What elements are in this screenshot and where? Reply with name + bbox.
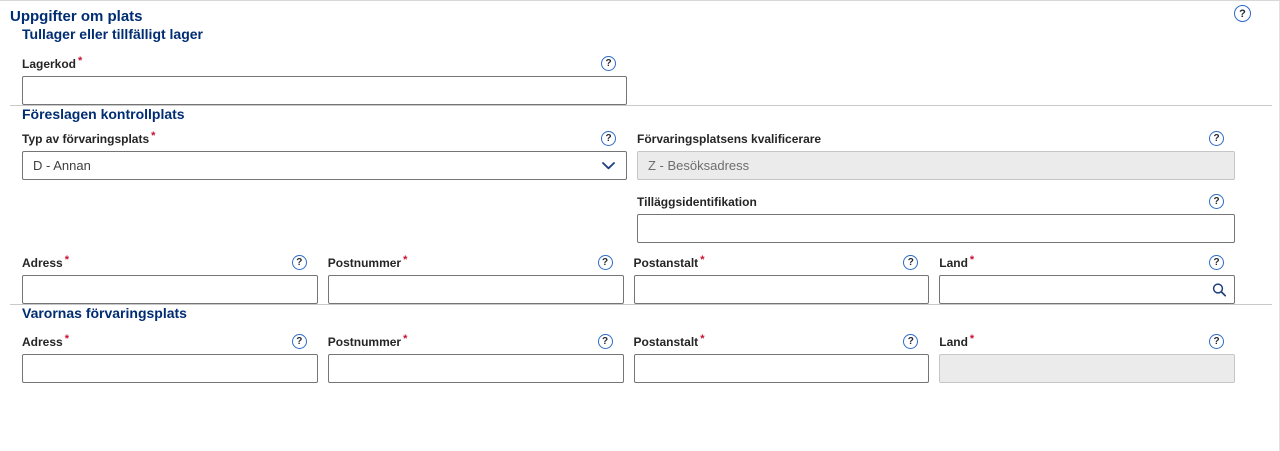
- kontrollplats-postnummer-field: Postnummer* ?: [328, 254, 624, 304]
- postnummer-help-icon[interactable]: ?: [598, 255, 613, 270]
- tillaggsidentifikation-label: Tilläggsidentifikation: [637, 195, 757, 209]
- required-asterisk: *: [700, 254, 704, 266]
- kontrollplats-postanstalt-field: Postanstalt* ?: [634, 254, 930, 304]
- postanstalt-label: Postanstalt*: [634, 335, 705, 349]
- kontrollplats-adress-input[interactable]: [22, 275, 318, 304]
- postnummer-label: Postnummer*: [328, 335, 408, 349]
- land-label: Land*: [939, 335, 974, 349]
- kvalificerare-help-icon[interactable]: ?: [1209, 131, 1224, 146]
- adress-help-icon[interactable]: ?: [292, 255, 307, 270]
- kontrollplats-land-input[interactable]: [939, 275, 1235, 304]
- select-value: D - Annan: [33, 158, 91, 173]
- adress-label: Adress*: [22, 256, 69, 270]
- land-help-icon[interactable]: ?: [1209, 255, 1224, 270]
- chevron-down-icon: [602, 162, 615, 170]
- required-asterisk: *: [403, 254, 407, 266]
- section-varornas-heading: Varornas förvaringsplats: [22, 305, 1235, 322]
- adress-help-icon[interactable]: ?: [292, 334, 307, 349]
- varornas-postnummer-input[interactable]: [328, 354, 624, 383]
- varornas-postnummer-field: Postnummer* ?: [328, 333, 624, 383]
- varornas-postanstalt-field: Postanstalt* ?: [634, 333, 930, 383]
- varornas-land-input: [939, 354, 1235, 383]
- tillaggsidentifikation-field: Tilläggsidentifikation ?: [637, 193, 1235, 243]
- page-help-icon[interactable]: ?: [1234, 5, 1251, 22]
- land-help-icon[interactable]: ?: [1209, 334, 1224, 349]
- postnummer-help-icon[interactable]: ?: [598, 334, 613, 349]
- page-title: Uppgifter om plats: [10, 8, 1280, 26]
- required-asterisk: *: [78, 55, 82, 67]
- adress-label: Adress*: [22, 335, 69, 349]
- section-varornas: Varornas förvaringsplats Adress* ? Postn…: [22, 305, 1235, 383]
- kontrollplats-postnummer-input[interactable]: [328, 275, 624, 304]
- section-kontrollplats: Föreslagen kontrollplats Typ av förvarin…: [22, 106, 1235, 304]
- required-asterisk: *: [403, 333, 407, 345]
- kontrollplats-adress-field: Adress* ?: [22, 254, 318, 304]
- kvalificerare-input: [637, 151, 1235, 180]
- typ-av-forvaringsplats-field: Typ av förvaringsplats* ? D - Annan: [22, 130, 627, 180]
- land-label: Land*: [939, 256, 974, 270]
- postnummer-label: Postnummer*: [328, 256, 408, 270]
- typ-av-forvaringsplats-label: Typ av förvaringsplats*: [22, 132, 155, 146]
- postanstalt-help-icon[interactable]: ?: [903, 255, 918, 270]
- kontrollplats-land-field: Land* ?: [939, 254, 1235, 304]
- required-asterisk: *: [151, 130, 155, 142]
- typ-av-forvaringsplats-help-icon[interactable]: ?: [601, 131, 616, 146]
- varornas-postanstalt-input[interactable]: [634, 354, 930, 383]
- postanstalt-label: Postanstalt*: [634, 256, 705, 270]
- kvalificerare-field: Förvaringsplatsens kvalificerare ?: [637, 130, 1235, 180]
- postanstalt-help-icon[interactable]: ?: [903, 334, 918, 349]
- kvalificerare-label: Förvaringsplatsens kvalificerare: [637, 132, 821, 146]
- required-asterisk: *: [65, 254, 69, 266]
- kontrollplats-postanstalt-input[interactable]: [634, 275, 930, 304]
- lagerkod-input[interactable]: [22, 76, 627, 105]
- tillaggsidentifikation-input[interactable]: [637, 214, 1235, 243]
- required-asterisk: *: [700, 333, 704, 345]
- typ-av-forvaringsplats-select[interactable]: D - Annan: [22, 151, 627, 180]
- tillaggsidentifikation-help-icon[interactable]: ?: [1209, 194, 1224, 209]
- empty-spacer: [22, 193, 627, 243]
- lagerkod-label: Lagerkod*: [22, 57, 82, 71]
- lagerkod-help-icon[interactable]: ?: [601, 56, 616, 71]
- varornas-adress-input[interactable]: [22, 354, 318, 383]
- section-tullager: Tullager eller tillfälligt lager Lagerko…: [22, 26, 1235, 105]
- required-asterisk: *: [970, 254, 974, 266]
- lagerkod-field: Lagerkod* ?: [22, 55, 627, 105]
- section-kontrollplats-heading: Föreslagen kontrollplats: [22, 106, 1235, 123]
- required-asterisk: *: [65, 333, 69, 345]
- varornas-land-field: Land* ?: [939, 333, 1235, 383]
- search-icon[interactable]: [1212, 282, 1227, 297]
- required-asterisk: *: [970, 333, 974, 345]
- varornas-adress-field: Adress* ?: [22, 333, 318, 383]
- section-tullager-heading: Tullager eller tillfälligt lager: [22, 26, 1235, 43]
